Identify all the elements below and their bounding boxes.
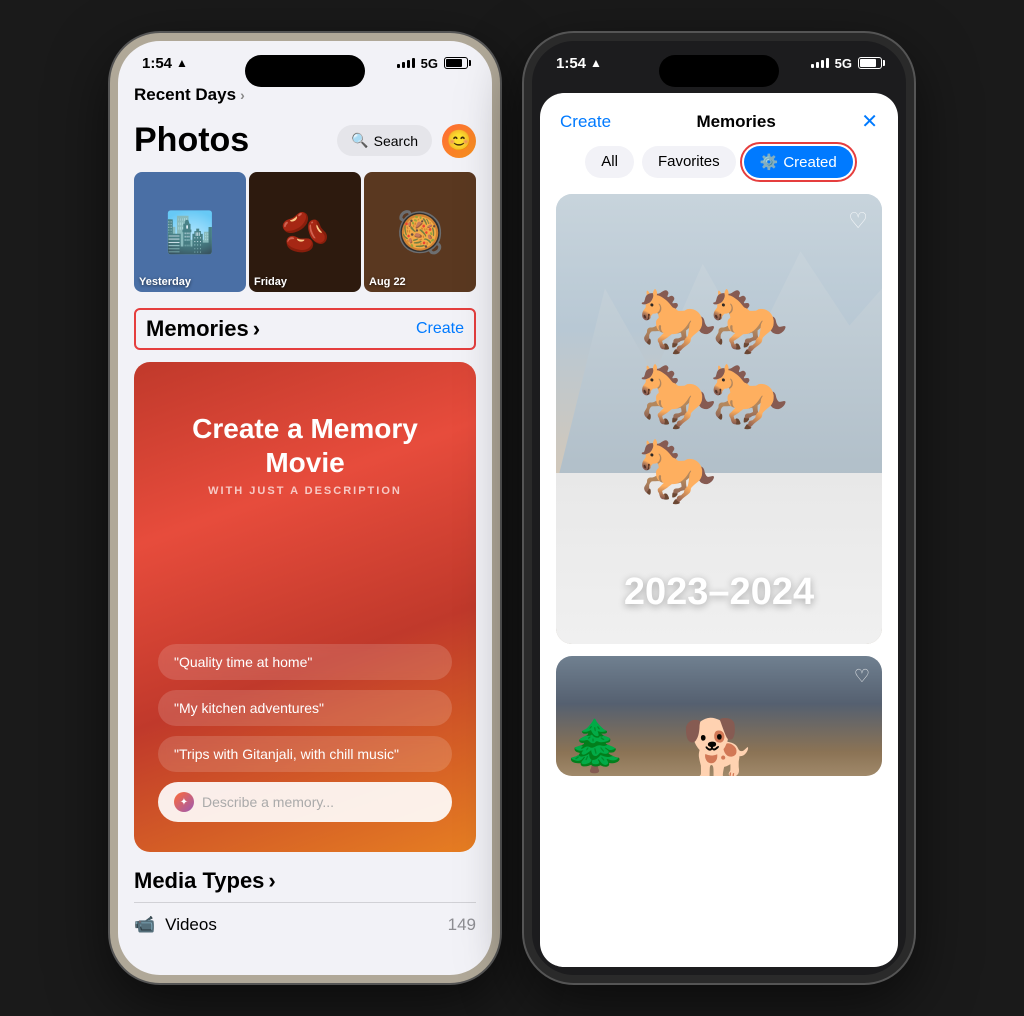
signal-bars-left: [397, 58, 415, 68]
search-button[interactable]: 🔍 Search: [337, 125, 432, 156]
photos-content: Recent Days › Photos 🔍 Search 😊 🏙️ Yeste…: [118, 85, 492, 975]
suggestion-3[interactable]: "Trips with Gitanjali, with chill music": [158, 736, 452, 772]
videos-label: Videos: [165, 915, 217, 935]
memory-thumb-main[interactable]: 🐎🐎🐎🐎🐎 ♡ 2023–2024: [556, 194, 882, 644]
memory-suggestions-list: "Quality time at home" "My kitchen adven…: [158, 644, 452, 822]
location-icon: ▲: [176, 56, 188, 70]
memories-title: Memories ›: [146, 316, 260, 342]
ai-icon: ✦: [174, 792, 194, 812]
suggestion-2[interactable]: "My kitchen adventures": [158, 690, 452, 726]
memory-describe-input[interactable]: ✦ Describe a memory...: [158, 782, 452, 822]
recent-days-label[interactable]: Recent Days ›: [134, 85, 476, 105]
memories-section-header[interactable]: Memories › Create: [134, 308, 476, 350]
thumb-yesterday[interactable]: 🏙️ Yesterday: [134, 172, 246, 292]
nav-create-button[interactable]: Create: [560, 112, 611, 132]
battery-right: [858, 57, 882, 69]
location-icon-right: ▲: [590, 56, 602, 70]
search-icon: 🔍: [351, 132, 368, 149]
status-indicators-right: 5G: [811, 56, 882, 71]
tree-icon: 🌲: [564, 717, 626, 776]
thumb-label-aug22: Aug 22: [369, 276, 406, 288]
photos-title: Photos: [134, 121, 249, 160]
photo-thumbnails-row: 🏙️ Yesterday 🫘 Friday 🥘 Aug 22: [134, 172, 476, 292]
photos-header-right: 🔍 Search 😊: [337, 124, 476, 158]
dynamic-island-left: [245, 55, 365, 87]
media-type-videos[interactable]: 📹 Videos 149: [134, 902, 476, 947]
filter-tab-all[interactable]: All: [585, 146, 634, 178]
network-type-left: 5G: [421, 56, 438, 71]
dynamic-island-right: [659, 55, 779, 87]
media-types-header[interactable]: Media Types ›: [134, 868, 476, 894]
nav-close-button[interactable]: ✕: [861, 109, 878, 134]
recent-days-chevron: ›: [240, 87, 245, 103]
memories-create-button[interactable]: Create: [416, 320, 464, 338]
memories-chevron: ›: [253, 316, 260, 342]
memory-card-title: Create a Memory Movie: [158, 412, 452, 479]
suggestion-1[interactable]: "Quality time at home": [158, 644, 452, 680]
signal-bars-right: [811, 58, 829, 68]
status-indicators-left: 5G: [397, 56, 468, 71]
heart-button-small[interactable]: ♡: [854, 666, 870, 687]
thumb-aug22[interactable]: 🥘 Aug 22: [364, 172, 476, 292]
memory-card-subtitle: WITH JUST A DESCRIPTION: [158, 485, 452, 497]
dog-icon: 🐕: [682, 715, 757, 776]
memory-input-placeholder: Describe a memory...: [202, 794, 334, 810]
network-type-right: 5G: [835, 56, 852, 71]
memory-thumb-small[interactable]: 🌲 🐕 ♡: [556, 656, 882, 776]
memories-screen: Create Memories ✕ All Favorites ⚙️ Creat…: [540, 93, 898, 967]
videos-count: 149: [448, 915, 476, 935]
filter-tabs: All Favorites ⚙️ Created: [540, 146, 898, 194]
dog-scene: 🌲 🐕: [556, 656, 882, 776]
heart-button-main[interactable]: ♡: [848, 208, 868, 234]
battery-left: [444, 57, 468, 69]
horses-group: 🐎🐎🐎🐎🐎: [638, 284, 801, 509]
media-types-chevron: ›: [268, 868, 275, 894]
thumb-label-yesterday: Yesterday: [139, 276, 191, 288]
filter-tab-favorites[interactable]: Favorites: [642, 146, 736, 178]
memory-year-label: 2023–2024: [556, 571, 882, 614]
phone-left: 1:54 ▲ 5G Recent Days › Photos: [110, 33, 500, 983]
memory-movie-card[interactable]: Create a Memory Movie WITH JUST A DESCRI…: [134, 362, 476, 852]
user-avatar[interactable]: 😊: [442, 124, 476, 158]
home-indicator-right: [654, 977, 784, 982]
video-icon: 📹: [134, 915, 155, 935]
phone-right: 1:54 ▲ 5G Create Memories ✕ All Fa: [524, 33, 914, 983]
filter-tab-created[interactable]: ⚙️ Created: [744, 146, 853, 178]
thumb-friday[interactable]: 🫘 Friday: [249, 172, 361, 292]
thumb-label-friday: Friday: [254, 276, 287, 288]
gear-icon: ⚙️: [760, 153, 779, 171]
photos-header: Photos 🔍 Search 😊: [134, 113, 476, 172]
time-left: 1:54 ▲: [142, 55, 188, 72]
memories-nav: Create Memories ✕: [540, 93, 898, 146]
time-right: 1:54 ▲: [556, 55, 602, 72]
nav-title: Memories: [696, 112, 775, 132]
